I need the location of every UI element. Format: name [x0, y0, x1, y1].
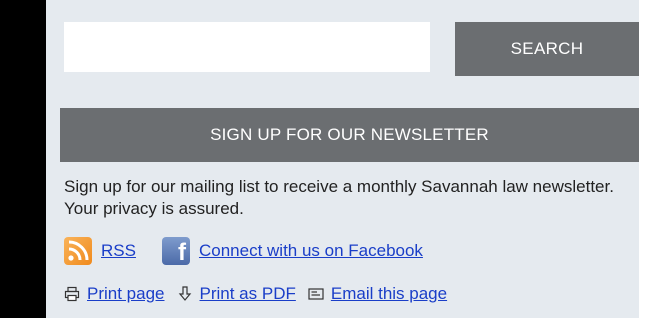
search-button[interactable]: SEARCH: [455, 22, 639, 76]
email-this-page-link[interactable]: Email this page: [331, 284, 447, 304]
newsletter-description: Sign up for our mailing list to receive …: [64, 177, 614, 218]
envelope-icon[interactable]: [308, 286, 324, 302]
facebook-icon[interactable]: f: [161, 237, 190, 266]
page-tools-row: Print page Print as PDF Email this page: [64, 282, 447, 306]
printer-icon[interactable]: [64, 286, 80, 302]
newsletter-signup-button[interactable]: SIGN UP FOR OUR NEWSLETTER: [60, 108, 639, 162]
social-links-row: RSS f Connect with us on Facebook: [64, 236, 423, 266]
newsletter-header-label: SIGN UP FOR OUR NEWSLETTER: [210, 125, 489, 144]
left-black-bar: [0, 0, 46, 318]
print-as-pdf-link[interactable]: Print as PDF: [200, 284, 296, 304]
search-input[interactable]: [64, 22, 430, 72]
rss-icon[interactable]: [64, 237, 92, 265]
download-arrow-icon[interactable]: [177, 286, 193, 302]
sidebar-panel: SEARCH SIGN UP FOR OUR NEWSLETTER Sign u…: [46, 0, 639, 318]
facebook-link[interactable]: Connect with us on Facebook: [199, 241, 423, 261]
rss-link[interactable]: RSS: [101, 241, 136, 261]
print-page-link[interactable]: Print page: [87, 284, 165, 304]
